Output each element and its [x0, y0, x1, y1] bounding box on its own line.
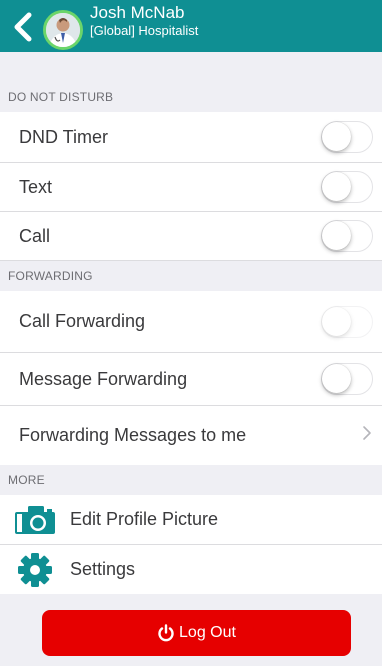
call-forwarding-row: Call Forwarding: [0, 291, 382, 353]
text-toggle[interactable]: [321, 171, 373, 203]
edit-profile-picture-row[interactable]: Edit Profile Picture: [0, 495, 382, 545]
row-label: Call: [19, 225, 51, 246]
back-button[interactable]: [10, 10, 36, 44]
row-label: DND Timer: [19, 126, 108, 147]
section-header-more: MORE: [0, 465, 382, 495]
message-forwarding-toggle[interactable]: [321, 363, 373, 395]
toggle-knob: [322, 221, 351, 250]
chevron-left-icon: [14, 12, 32, 42]
logout-label: Log Out: [179, 624, 236, 641]
logout-area: Log Out: [0, 598, 382, 666]
user-role: [Global] Hospitalist: [90, 23, 199, 38]
user-name: Josh McNab: [90, 3, 185, 22]
row-label: Edit Profile Picture: [70, 509, 219, 529]
forwarding-messages-to-me-row[interactable]: Forwarding Messages to me: [0, 406, 382, 465]
row-label: Message Forwarding: [19, 368, 188, 389]
dnd-timer-row: DND Timer: [0, 112, 382, 163]
message-forwarding-row: Message Forwarding: [0, 353, 382, 406]
row-label: Text: [19, 176, 53, 197]
toggle-knob: [322, 122, 351, 151]
text-row: Text: [0, 163, 382, 212]
chevron-right-icon: [362, 425, 372, 446]
toggle-knob: [322, 364, 351, 393]
row-label: Forwarding Messages to me: [19, 425, 247, 445]
row-label: Settings: [70, 559, 136, 579]
app-header: Josh McNab [Global] Hospitalist: [0, 0, 382, 52]
power-icon: [157, 624, 175, 642]
camera-icon: [14, 502, 56, 538]
call-row: Call: [0, 212, 382, 261]
call-toggle[interactable]: [321, 220, 373, 252]
avatar[interactable]: [43, 10, 83, 50]
avatar-photo-icon: [46, 13, 80, 47]
section-header-forwarding: FORWARDING: [0, 261, 382, 291]
section-header-dnd: DO NOT DISTURB: [0, 82, 382, 112]
dnd-timer-toggle[interactable]: [321, 121, 373, 153]
settings-row[interactable]: Settings: [0, 545, 382, 594]
toggle-knob: [322, 172, 351, 201]
call-forwarding-toggle[interactable]: [321, 305, 373, 338]
row-label: Call Forwarding: [19, 311, 146, 331]
gear-icon: [14, 552, 56, 588]
logout-button[interactable]: Log Out: [42, 610, 351, 656]
toggle-knob: [322, 306, 351, 336]
spacer: [0, 52, 382, 82]
